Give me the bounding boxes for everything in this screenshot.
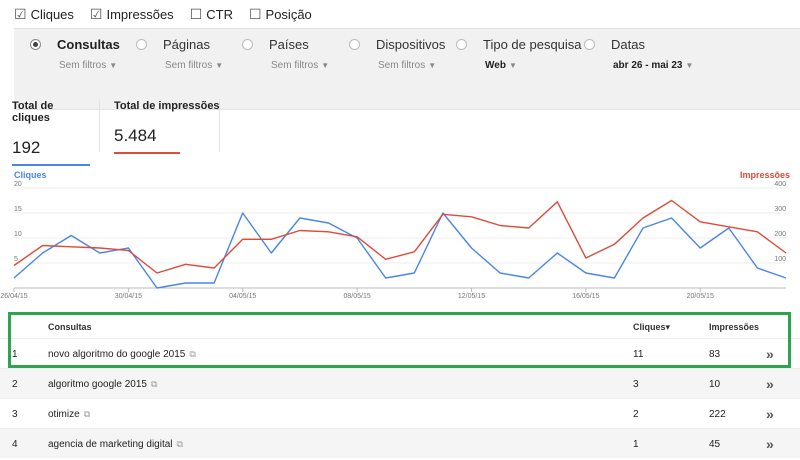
total-clicks-card[interactable]: Total de cliques 192 <box>12 100 90 166</box>
metric-impressoes[interactable]: ☑ Impressões <box>90 7 174 22</box>
divider <box>99 100 100 152</box>
filter-tab-paises[interactable]: Países Sem filtros ▼ <box>242 37 329 71</box>
metric-checkboxes: ☑ Cliques ☑ Impressões ☐ CTR ☐ Posição <box>14 0 312 28</box>
column-header-cliques[interactable]: Cliques▾ <box>633 322 670 333</box>
column-header-consultas[interactable]: Consultas <box>48 322 92 332</box>
caret-down-icon[interactable]: ▼ <box>109 61 117 70</box>
radio-selected-icon[interactable] <box>30 39 41 50</box>
checkbox-checked-icon[interactable]: ☑ <box>90 7 103 21</box>
x-tick-label: 30/04/15 <box>115 293 142 300</box>
performance-line-chart[interactable]: 20 400 15 300 10 200 5 100 26/04/15 30/04/15 04/05… <box>0 166 800 306</box>
checkbox-empty-icon[interactable]: ☐ <box>249 7 262 21</box>
x-tick-label: 20/05/15 <box>687 293 714 300</box>
y-tick-label-right: 400 <box>774 181 786 188</box>
y-tick-label-right: 300 <box>774 206 786 213</box>
x-tick-label: 04/05/15 <box>229 293 256 300</box>
x-tick-label: 08/05/15 <box>343 293 370 300</box>
y-tick-label-left: 10 <box>14 231 22 238</box>
x-tick-label: 26/04/15 <box>0 293 27 300</box>
external-link-icon[interactable]: ⧉ <box>84 409 90 420</box>
filter-tab-datas[interactable]: Datas abr 26 - mai 23 ▼ <box>584 37 693 71</box>
external-link-icon[interactable]: ⧉ <box>189 349 195 360</box>
caret-down-icon[interactable]: ▼ <box>685 61 693 70</box>
caret-down-icon[interactable]: ▼ <box>215 61 223 70</box>
checkbox-empty-icon[interactable]: ☐ <box>190 7 203 21</box>
radio-icon[interactable] <box>242 39 253 50</box>
metric-cliques[interactable]: ☑ Cliques <box>14 7 74 22</box>
external-link-icon[interactable]: ⧉ <box>151 379 157 390</box>
column-header-impressoes[interactable]: Impressões <box>709 322 759 332</box>
series-line-impressoes <box>13 199 787 274</box>
y-tick-label-left: 20 <box>14 181 22 188</box>
y-tick-label-right: 100 <box>774 256 786 263</box>
x-tick-label: 12/05/15 <box>458 293 485 300</box>
filter-bar: Consultas Sem filtros ▼ Páginas Sem filtr… <box>14 28 800 110</box>
queries-table: Consultas Cliques▾ Impressões 1 novo alg… <box>0 314 800 458</box>
row-details-chevron-icon[interactable]: » <box>766 406 774 422</box>
y-tick-label-left: 15 <box>14 206 22 213</box>
table-row[interactable]: 1 novo algoritmo do google 2015 ⧉ 11 83 » <box>0 338 800 368</box>
radio-icon[interactable] <box>349 39 360 50</box>
divider <box>219 100 220 152</box>
filter-tab-consultas[interactable]: Consultas Sem filtros ▼ <box>30 37 120 71</box>
table-row[interactable]: 2 algoritmo google 2015 ⧉ 3 10 » <box>0 368 800 398</box>
metric-ctr[interactable]: ☐ CTR <box>190 7 233 22</box>
row-details-chevron-icon[interactable]: » <box>766 346 774 362</box>
radio-icon[interactable] <box>136 39 147 50</box>
checkbox-checked-icon[interactable]: ☑ <box>14 7 27 21</box>
caret-down-icon[interactable]: ▼ <box>509 61 517 70</box>
filter-tab-dispositivos[interactable]: Dispositivos Sem filtros ▼ <box>349 37 445 71</box>
table-row[interactable]: 4 agencia de marketing digital ⧉ 1 45 » <box>0 428 800 458</box>
metric-posicao[interactable]: ☐ Posição <box>249 7 312 22</box>
external-link-icon[interactable]: ⧉ <box>177 439 183 450</box>
caret-down-icon[interactable]: ▼ <box>428 61 436 70</box>
table-header: Consultas Cliques▾ Impressões <box>0 314 800 338</box>
row-details-chevron-icon[interactable]: » <box>766 376 774 392</box>
y-tick-label-right: 200 <box>774 231 786 238</box>
total-impressions-card[interactable]: Total de impressões 5.484 <box>114 100 220 154</box>
caret-down-icon[interactable]: ▼ <box>321 61 329 70</box>
filter-tab-tipo-pesquisa[interactable]: Tipo de pesquisa Web ▼ <box>456 37 582 71</box>
table-row[interactable]: 3 otimize ⧉ 2 222 » <box>0 398 800 428</box>
y-tick-label-left: 5 <box>14 256 18 263</box>
filter-tab-paginas[interactable]: Páginas Sem filtros ▼ <box>136 37 223 71</box>
radio-icon[interactable] <box>456 39 467 50</box>
series-line-cliques <box>13 212 787 289</box>
impressions-color-bar <box>114 152 180 154</box>
row-details-chevron-icon[interactable]: » <box>766 436 774 452</box>
radio-icon[interactable] <box>584 39 595 50</box>
x-tick-label: 16/05/15 <box>572 293 599 300</box>
